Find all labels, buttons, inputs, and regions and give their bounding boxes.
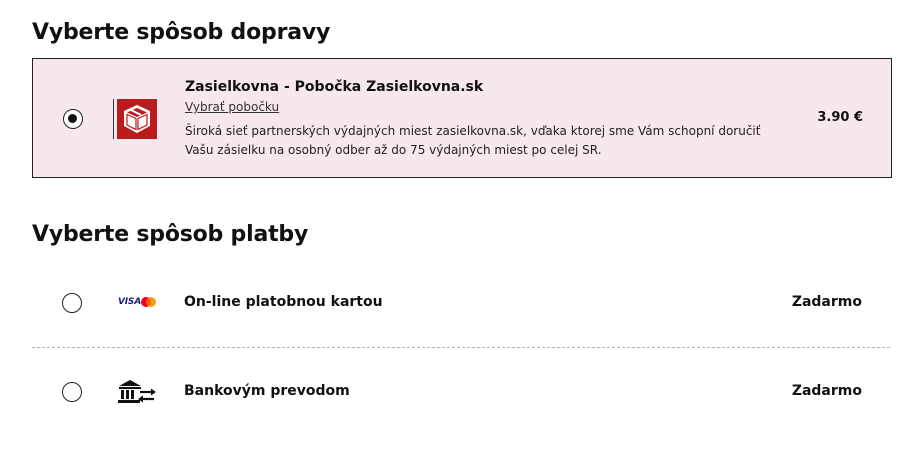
visa-mastercard-icon: VISA — [114, 289, 158, 317]
mastercard-icon — [141, 297, 156, 307]
checkout-options: Vyberte spôsob dopravy Zasielkovna - Pob… — [0, 0, 920, 454]
select-branch-link[interactable]: Vybrať pobočku — [185, 100, 279, 114]
payment-option-bank-label: Bankovým prevodom — [184, 383, 350, 399]
package-icon — [124, 105, 150, 133]
shipping-option-description: Široká sieť partnerských výdajných miest… — [185, 124, 761, 157]
payment-option-bank-price: Zadarmo — [791, 383, 862, 399]
zasielkovna-logo-icon — [113, 99, 157, 139]
bank-building-icon — [118, 380, 156, 403]
payment-option-card-price: Zadarmo — [791, 294, 862, 310]
shipping-section-title: Vyberte spôsob dopravy — [32, 20, 331, 45]
shipping-option-price: 3.90 € — [817, 110, 863, 125]
zasielkovna-logo-box — [117, 99, 157, 139]
shipping-option-zasielkovna[interactable]: Zasielkovna - Pobočka Zasielkovna.sk Vyb… — [32, 58, 892, 178]
payment-section-title: Vyberte spôsob platby — [32, 222, 309, 247]
payment-options-divider — [32, 347, 890, 348]
payment-option-card[interactable]: VISA On-line platobnou kartou Zadarmo — [32, 273, 890, 333]
shipping-option-name: Zasielkovna - Pobočka Zasielkovna.sk — [185, 79, 484, 95]
payment-radio-bank-transfer[interactable] — [62, 382, 82, 402]
payment-option-bank-transfer[interactable]: Bankovým prevodom Zadarmo — [32, 362, 890, 422]
shipping-radio-zasielkovna[interactable] — [63, 109, 83, 129]
payment-option-card-label: On-line platobnou kartou — [184, 294, 383, 310]
bank-transfer-icon — [114, 378, 158, 406]
logo-divider — [113, 99, 114, 139]
payment-radio-card[interactable] — [62, 293, 82, 313]
